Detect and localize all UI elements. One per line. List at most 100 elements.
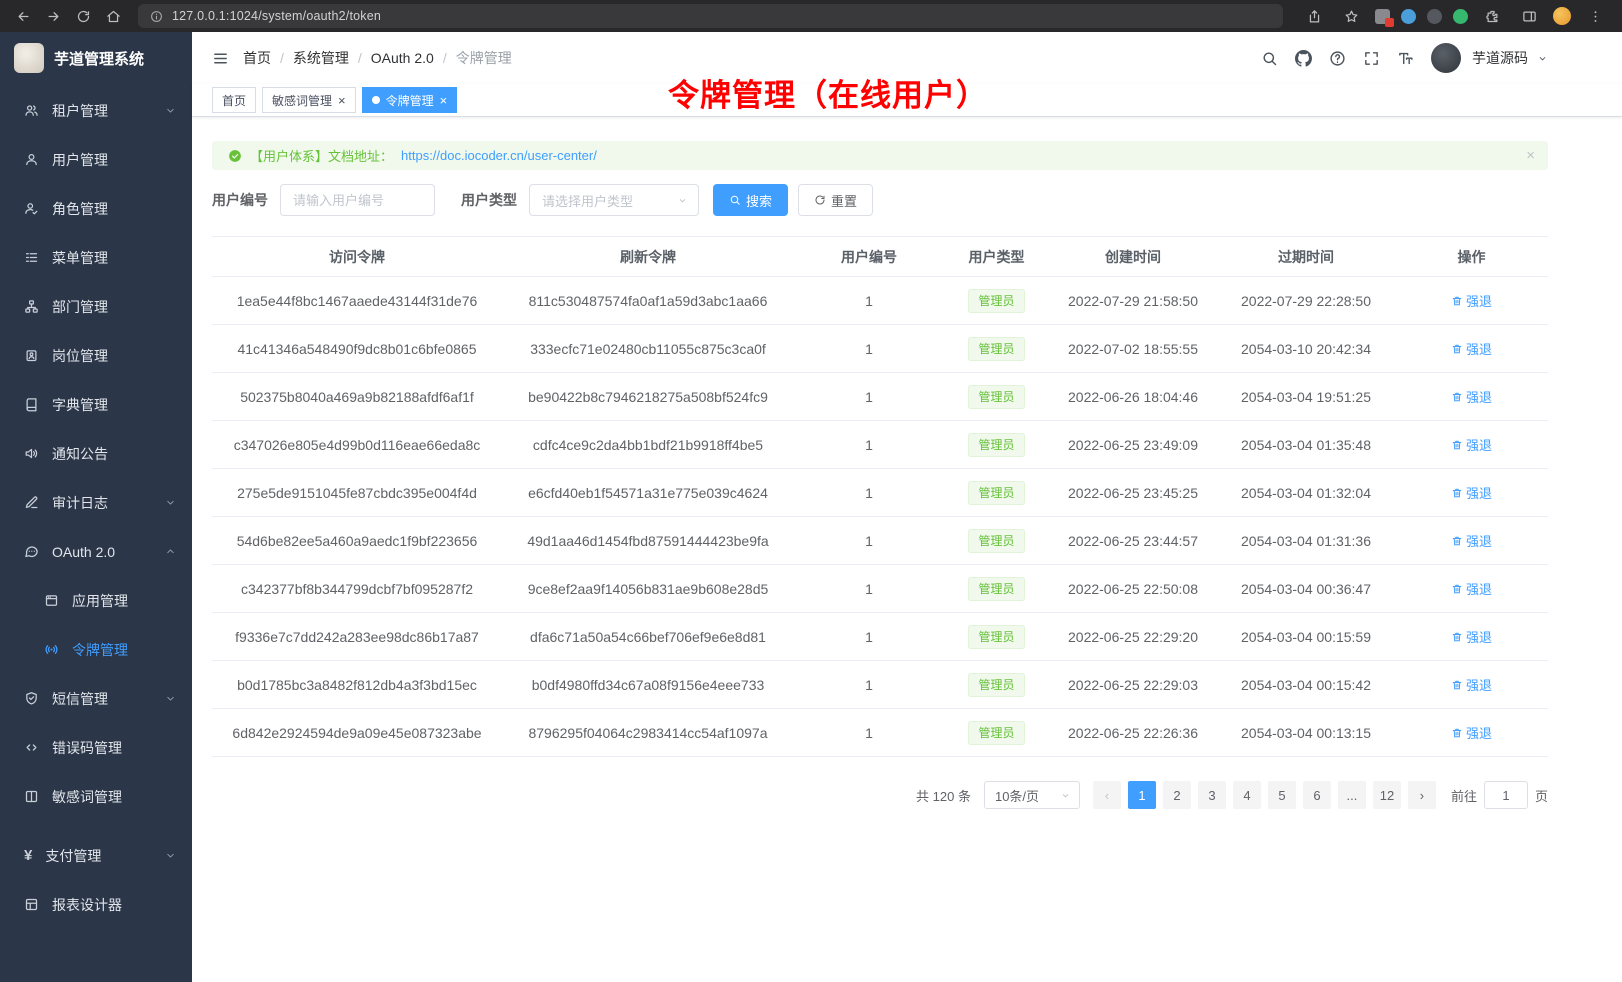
sidebar-item-label: 通知公告 bbox=[52, 444, 108, 464]
sidebar-item-user[interactable]: 用户管理 bbox=[0, 135, 192, 184]
user-id-input[interactable] bbox=[280, 184, 435, 216]
browser-profile-avatar[interactable] bbox=[1553, 7, 1571, 25]
sms-icon bbox=[24, 691, 39, 706]
sidebar-item-token[interactable]: 令牌管理 bbox=[0, 625, 192, 674]
tab-close-icon[interactable]: × bbox=[440, 94, 448, 107]
sidebar-item-menu[interactable]: 菜单管理 bbox=[0, 233, 192, 282]
fullscreen-icon[interactable] bbox=[1363, 50, 1380, 67]
sidebar-item-label: 错误码管理 bbox=[52, 738, 122, 758]
cell-created-time: 2022-07-29 21:58:50 bbox=[1049, 277, 1217, 325]
search-icon[interactable] bbox=[1261, 50, 1278, 67]
browser-home-icon[interactable] bbox=[100, 4, 126, 28]
reset-button[interactable]: 重置 bbox=[798, 184, 873, 216]
cell-expire-time: 2054-03-04 00:36:47 bbox=[1217, 565, 1395, 613]
sidebar-item-oauth[interactable]: OAuth 2.0 bbox=[0, 527, 192, 576]
sidebar-collapse-icon[interactable] bbox=[212, 50, 229, 67]
cell-action: 强退 bbox=[1395, 373, 1548, 421]
extensions-puzzle-icon[interactable] bbox=[1479, 4, 1505, 28]
sidebar-item-sms[interactable]: 短信管理 bbox=[0, 674, 192, 723]
force-logout-button[interactable]: 强退 bbox=[1451, 627, 1492, 646]
breadcrumb-item[interactable]: OAuth 2.0 bbox=[371, 50, 434, 66]
tab[interactable]: 令牌管理× bbox=[362, 87, 458, 113]
page-button[interactable]: 2 bbox=[1163, 781, 1191, 809]
sidebar-item-label: 审计日志 bbox=[52, 493, 108, 513]
page-button[interactable]: 4 bbox=[1233, 781, 1261, 809]
force-logout-button[interactable]: 强退 bbox=[1451, 723, 1492, 742]
force-logout-button[interactable]: 强退 bbox=[1451, 339, 1492, 358]
sidebar-item-errcode[interactable]: 错误码管理 bbox=[0, 723, 192, 772]
caret-down-icon bbox=[1060, 790, 1071, 801]
bookmark-star-icon[interactable] bbox=[1338, 4, 1364, 28]
user-type-select[interactable]: 请选择用户类型 bbox=[529, 184, 699, 216]
browser-address-bar[interactable]: 127.0.0.1:1024/system/oauth2/token bbox=[138, 4, 1283, 28]
alert-close-icon[interactable]: × bbox=[1526, 147, 1535, 164]
page-button[interactable]: 6 bbox=[1303, 781, 1331, 809]
sidebar-item-label: 报表设计器 bbox=[52, 895, 122, 915]
force-logout-button[interactable]: 强退 bbox=[1451, 483, 1492, 502]
force-logout-button[interactable]: 强退 bbox=[1451, 291, 1492, 310]
cell-user-id: 1 bbox=[794, 661, 944, 709]
doc-link[interactable]: https://doc.iocoder.cn/user-center/ bbox=[401, 148, 597, 163]
extension-icon[interactable] bbox=[1427, 9, 1442, 24]
breadcrumb-item[interactable]: 首页 bbox=[243, 48, 271, 68]
header-tools: 芋道源码 bbox=[1261, 43, 1548, 73]
share-icon[interactable] bbox=[1301, 4, 1327, 28]
goto-page-input[interactable] bbox=[1484, 781, 1528, 809]
extension-icon[interactable] bbox=[1375, 9, 1390, 24]
sidebar-toggle-icon[interactable] bbox=[1516, 4, 1542, 28]
user-menu-caret-icon[interactable] bbox=[1537, 53, 1548, 64]
username[interactable]: 芋道源码 bbox=[1472, 48, 1528, 68]
force-logout-button[interactable]: 强退 bbox=[1451, 387, 1492, 406]
user-avatar[interactable] bbox=[1431, 43, 1461, 73]
page-ellipsis[interactable]: ... bbox=[1338, 781, 1366, 809]
cell-action: 强退 bbox=[1395, 421, 1548, 469]
cell-refresh-token: 8796295f04064c2983414cc54af1097a bbox=[502, 709, 794, 757]
browser-forward-icon[interactable] bbox=[40, 4, 66, 28]
page-button[interactable]: 1 bbox=[1128, 781, 1156, 809]
sidebar-item-post[interactable]: 岗位管理 bbox=[0, 331, 192, 380]
force-logout-button[interactable]: 强退 bbox=[1451, 579, 1492, 598]
tab[interactable]: 敏感词管理× bbox=[262, 87, 356, 113]
cell-refresh-token: b0df4980ffd34c67a08f9156e4eee733 bbox=[502, 661, 794, 709]
force-logout-button[interactable]: 强退 bbox=[1451, 435, 1492, 454]
role-icon bbox=[24, 201, 39, 216]
sidebar-item-notice[interactable]: 通知公告 bbox=[0, 429, 192, 478]
cell-user-type: 管理员 bbox=[944, 613, 1049, 661]
prev-page-button[interactable]: ‹ bbox=[1093, 781, 1121, 809]
top-header: 首页/系统管理/OAuth 2.0/令牌管理 芋道源码 bbox=[192, 32, 1622, 84]
sidebar-item-pay[interactable]: ¥支付管理 bbox=[0, 831, 192, 880]
tab-close-icon[interactable]: × bbox=[338, 94, 346, 107]
user-type-tag: 管理员 bbox=[968, 289, 1024, 313]
sidebar-item-label: OAuth 2.0 bbox=[52, 544, 115, 560]
page-info-icon[interactable] bbox=[148, 4, 164, 28]
next-page-button[interactable]: › bbox=[1408, 781, 1436, 809]
page-size-select[interactable]: 10条/页 bbox=[984, 781, 1080, 809]
extension-icon[interactable] bbox=[1401, 9, 1416, 24]
sidebar-item-role[interactable]: 角色管理 bbox=[0, 184, 192, 233]
sidebar-item-sensitive[interactable]: 敏感词管理 bbox=[0, 772, 192, 821]
url-text: 127.0.0.1:1024/system/oauth2/token bbox=[172, 9, 381, 23]
cell-refresh-token: 49d1aa46d1454fbd87591444423be9fa bbox=[502, 517, 794, 565]
sidebar-item-tenant[interactable]: 租户管理 bbox=[0, 86, 192, 135]
page-button[interactable]: 12 bbox=[1373, 781, 1401, 809]
font-size-icon[interactable] bbox=[1397, 50, 1414, 67]
delete-icon bbox=[1451, 727, 1463, 739]
force-logout-button[interactable]: 强退 bbox=[1451, 675, 1492, 694]
help-icon[interactable] bbox=[1329, 50, 1346, 67]
search-button[interactable]: 搜索 bbox=[713, 184, 788, 216]
github-icon[interactable] bbox=[1295, 50, 1312, 67]
page-button[interactable]: 3 bbox=[1198, 781, 1226, 809]
browser-refresh-icon[interactable] bbox=[70, 4, 96, 28]
browser-back-icon[interactable] bbox=[10, 4, 36, 28]
page-button[interactable]: 5 bbox=[1268, 781, 1296, 809]
sidebar-item-report[interactable]: 报表设计器 bbox=[0, 880, 192, 929]
extension-icon[interactable] bbox=[1453, 9, 1468, 24]
force-logout-button[interactable]: 强退 bbox=[1451, 531, 1492, 550]
sidebar-item-app[interactable]: 应用管理 bbox=[0, 576, 192, 625]
browser-menu-icon[interactable] bbox=[1582, 4, 1608, 28]
tab[interactable]: 首页 bbox=[212, 87, 256, 113]
sidebar-item-log[interactable]: 审计日志 bbox=[0, 478, 192, 527]
sidebar-item-dept[interactable]: 部门管理 bbox=[0, 282, 192, 331]
sidebar-item-dict[interactable]: 字典管理 bbox=[0, 380, 192, 429]
breadcrumb-item[interactable]: 系统管理 bbox=[293, 48, 349, 68]
